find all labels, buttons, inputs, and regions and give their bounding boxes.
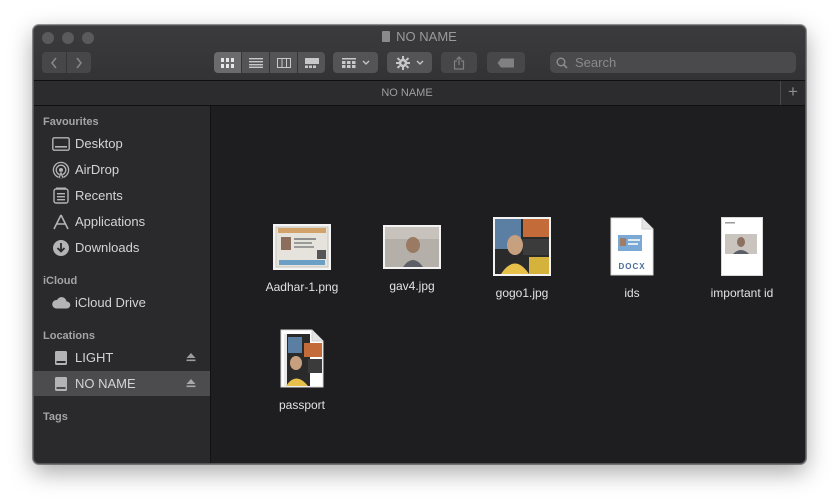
edit-tags-button[interactable] <box>487 52 525 73</box>
chevron-left-icon <box>50 57 57 68</box>
tags-header: Tags <box>43 411 68 423</box>
sidebar-item-label: NO NAME <box>75 376 136 391</box>
eject-icon[interactable] <box>185 351 197 363</box>
window-title-text: NO NAME <box>396 29 457 44</box>
sidebar-item-downloads[interactable]: Downloads <box>34 235 210 260</box>
sidebar-item-recents[interactable]: Recents <box>34 183 210 208</box>
eject-icon[interactable] <box>185 377 197 389</box>
new-tab-button[interactable]: + <box>780 81 805 105</box>
file-name: passport <box>278 398 326 412</box>
sidebar-item-label: Recents <box>75 188 123 203</box>
gallery-view-icon <box>304 57 319 68</box>
sidebar: Favourites Desktop AirDrop Recents Appli… <box>34 106 211 463</box>
favourites-header: Favourites <box>43 116 99 128</box>
icloud-header: iCloud <box>43 275 78 287</box>
chevron-down-icon <box>416 60 423 65</box>
group-by-button[interactable] <box>333 52 378 73</box>
file-thumbnail <box>273 224 331 270</box>
tag-icon <box>497 58 514 67</box>
file-name: gav4.jpg <box>389 279 435 293</box>
group-grid-icon <box>341 57 356 68</box>
file-thumbnail <box>493 217 551 276</box>
file-item[interactable]: gogo1.jpg <box>467 217 577 300</box>
applications-icon <box>51 212 71 232</box>
share-icon <box>453 55 465 70</box>
sidebar-item-applications[interactable]: Applications <box>34 209 210 234</box>
file-name: ids <box>624 286 640 300</box>
sidebar-item-airdrop[interactable]: AirDrop <box>34 157 210 182</box>
icon-view-icon <box>220 57 234 68</box>
share-button[interactable] <box>441 52 477 73</box>
file-thumbnail: DOCX <box>610 217 654 276</box>
path-title: NO NAME <box>381 87 433 99</box>
icon-view-button[interactable] <box>214 52 241 73</box>
file-item[interactable]: important id <box>687 217 797 300</box>
view-mode-control <box>214 52 325 73</box>
sidebar-item-icloud-drive[interactable]: iCloud Drive <box>34 290 210 315</box>
file-name: Aadhar-1.png <box>265 280 339 294</box>
file-item[interactable]: passport <box>247 329 357 412</box>
file-item[interactable]: Aadhar-1.png <box>247 224 357 294</box>
file-name: gogo1.jpg <box>495 286 549 300</box>
docx-badge: DOCX <box>618 262 646 271</box>
window-title: NO NAME <box>34 29 805 45</box>
file-thumbnail <box>383 225 441 269</box>
sidebar-item-label: Applications <box>75 214 146 229</box>
sidebar-item-no-name[interactable]: NO NAME <box>34 371 210 396</box>
file-item[interactable]: gav4.jpg <box>357 224 467 293</box>
file-thumbnail <box>721 217 763 276</box>
sidebar-item-label: Desktop <box>75 136 123 151</box>
column-view-button[interactable] <box>270 52 297 73</box>
file-thumbnail <box>280 329 324 388</box>
locations-header: Locations <box>43 330 95 342</box>
forward-button[interactable] <box>67 52 91 73</box>
sidebar-item-label: iCloud Drive <box>75 295 146 310</box>
drive-icon <box>51 374 71 394</box>
column-view-icon <box>276 57 291 68</box>
search-input[interactable] <box>573 54 787 71</box>
sidebar-item-light[interactable]: LIGHT <box>34 345 210 370</box>
desktop-icon <box>51 134 71 154</box>
file-item[interactable]: DOCX ids <box>577 217 687 300</box>
gear-icon <box>395 55 410 70</box>
list-view-icon <box>248 57 263 68</box>
search-field[interactable] <box>550 52 796 73</box>
path-bar: NO NAME + <box>34 81 805 106</box>
finder-window: NO NAME Search NO NAME + Favourites Desk… <box>33 25 806 464</box>
sidebar-item-label: AirDrop <box>75 162 120 177</box>
list-view-button[interactable] <box>242 52 269 73</box>
sidebar-item-desktop[interactable]: Desktop <box>34 131 210 156</box>
file-name: important id <box>710 286 774 300</box>
downloads-icon <box>51 238 71 258</box>
airdrop-icon <box>51 160 71 180</box>
chevron-down-icon <box>362 60 369 65</box>
search-icon <box>556 57 568 69</box>
cloud-icon <box>51 293 71 313</box>
sidebar-item-label: LIGHT <box>75 350 114 365</box>
chevron-right-icon <box>76 57 83 68</box>
action-menu-button[interactable] <box>387 52 432 73</box>
drive-icon <box>382 31 391 42</box>
drive-icon <box>51 348 71 368</box>
recents-icon <box>51 186 71 206</box>
gallery-view-button[interactable] <box>298 52 325 73</box>
sidebar-item-label: Downloads <box>75 240 140 255</box>
file-browser: Aadhar-1.png gav4.jpg gogo1.jpg DOCX ids… <box>211 106 805 463</box>
toolbar: NO NAME <box>34 26 805 81</box>
back-button[interactable] <box>42 52 66 73</box>
